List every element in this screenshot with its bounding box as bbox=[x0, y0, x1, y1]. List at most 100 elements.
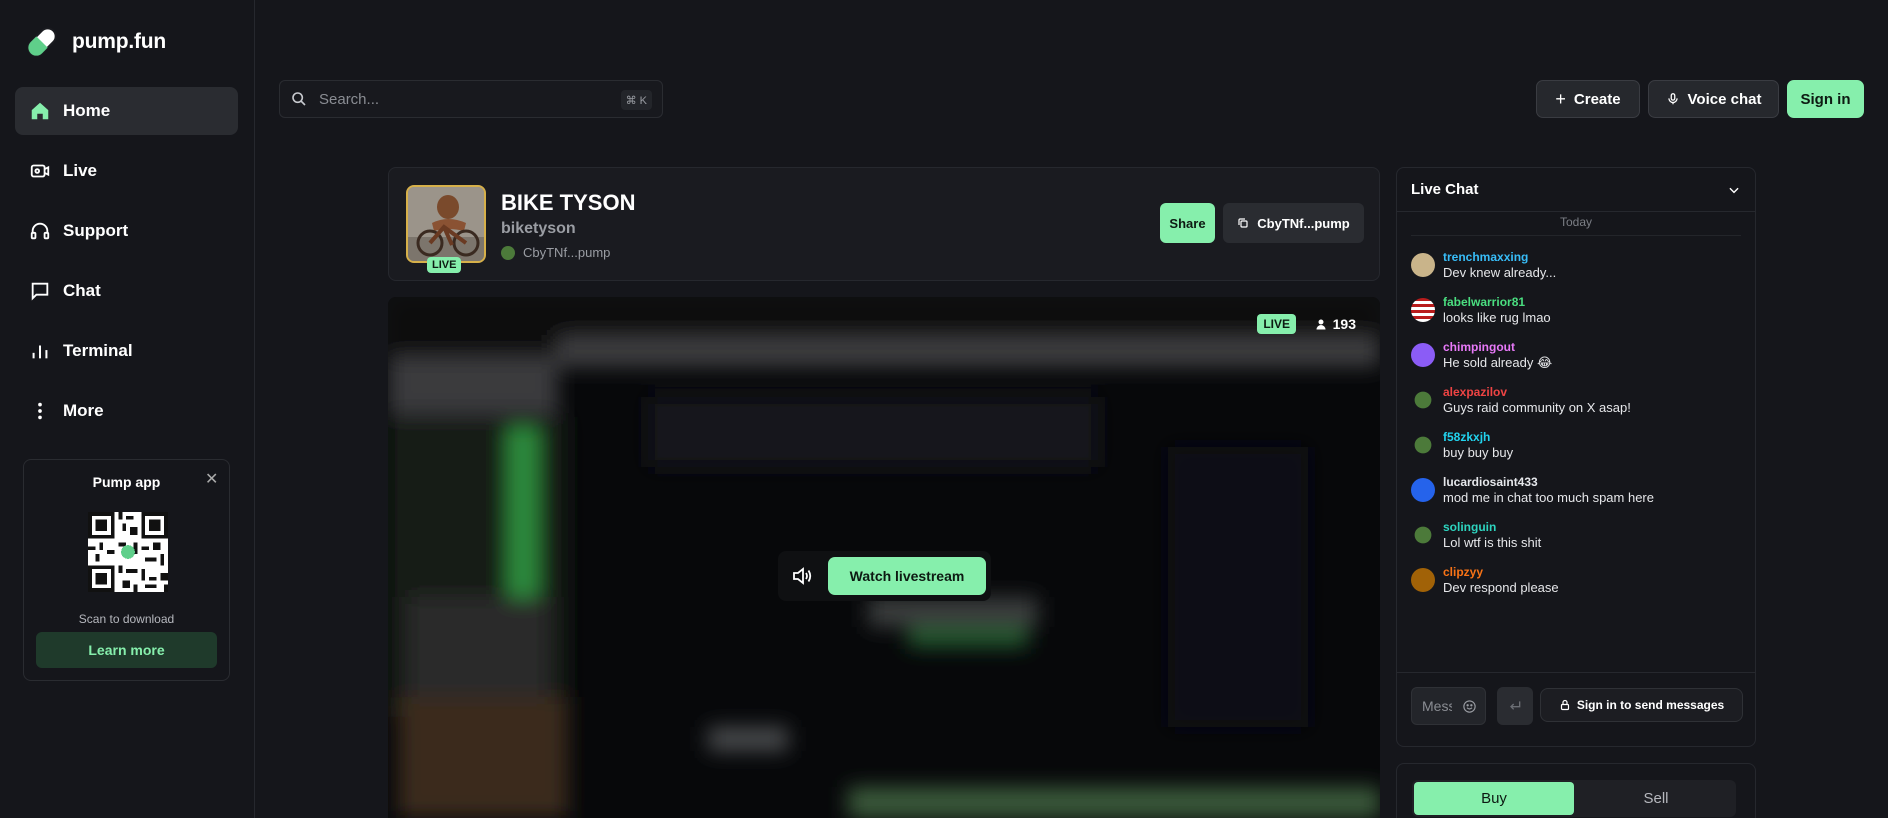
chat-username[interactable]: fabelwarrior81 bbox=[1443, 295, 1551, 309]
pump-app-card: Pump app ✕ Scan to download Learn more bbox=[23, 459, 230, 681]
chat-text: Lol wtf is this shit bbox=[1443, 535, 1542, 550]
video-player[interactable]: LIVE 193 Watch livestream bbox=[388, 297, 1380, 818]
bike-avatar-image bbox=[408, 187, 484, 261]
video-live-badge: LIVE bbox=[1257, 314, 1296, 334]
sign-in-to-send-button[interactable]: Sign in to send messages bbox=[1540, 688, 1743, 722]
emoji-icon[interactable] bbox=[1462, 699, 1477, 714]
plus-icon: + bbox=[1555, 89, 1566, 109]
viewer-count: 193 bbox=[1315, 314, 1356, 334]
avatar[interactable] bbox=[1414, 391, 1432, 409]
viewer-count-value: 193 bbox=[1332, 316, 1356, 332]
voice-chat-button[interactable]: Voice chat bbox=[1648, 80, 1779, 118]
close-icon[interactable]: ✕ bbox=[205, 472, 219, 488]
chat-text: looks like rug lmao bbox=[1443, 310, 1551, 325]
nav-label: Terminal bbox=[63, 341, 133, 360]
chat-messages: trenchmaxxing Dev knew already... fabelwa… bbox=[1397, 236, 1755, 596]
chat-text: Guys raid community on X asap! bbox=[1443, 400, 1631, 415]
chart-bars-icon bbox=[28, 339, 52, 363]
chat-username[interactable]: alexpazilov bbox=[1443, 385, 1631, 399]
home-icon bbox=[28, 99, 52, 123]
chat-text: mod me in chat too much spam here bbox=[1443, 490, 1654, 505]
search-bar[interactable]: ⌘ K bbox=[279, 80, 663, 118]
create-button[interactable]: + Create bbox=[1536, 80, 1640, 118]
chat-message: clipzyy Dev respond please bbox=[1411, 565, 1741, 596]
app-card-title: Pump app bbox=[92, 474, 161, 490]
create-label: Create bbox=[1573, 90, 1621, 108]
avatar[interactable] bbox=[1411, 253, 1435, 277]
chat-username[interactable]: lucardiosaint433 bbox=[1443, 475, 1654, 489]
chat-username[interactable]: f58zkxjh bbox=[1443, 430, 1513, 444]
main-nav: Home Live Support Chat Terminal More bbox=[15, 87, 238, 447]
search-shortcut: ⌘ K bbox=[620, 90, 652, 110]
nav-item-live[interactable]: Live bbox=[15, 147, 238, 195]
sidebar: pump.fun Home Live Support Chat Terminal… bbox=[0, 0, 255, 818]
lock-icon bbox=[1560, 699, 1569, 711]
nav-label: Chat bbox=[63, 281, 101, 300]
watch-controls: Watch livestream bbox=[778, 551, 991, 601]
chevron-down-icon[interactable] bbox=[1727, 183, 1741, 197]
share-button[interactable]: Share bbox=[1160, 203, 1215, 243]
trade-panel: Buy Sell bbox=[1396, 763, 1756, 818]
avatar[interactable] bbox=[1411, 478, 1435, 502]
message-field[interactable] bbox=[1411, 687, 1486, 725]
user-icon bbox=[1316, 319, 1326, 329]
chat-message: lucardiosaint433 mod me in chat too much … bbox=[1411, 475, 1741, 506]
chat-day-divider: Today bbox=[1411, 215, 1741, 236]
live-icon bbox=[28, 159, 52, 183]
nav-label: Home bbox=[63, 101, 111, 120]
nav-item-more[interactable]: More bbox=[15, 387, 238, 435]
nav-item-support[interactable]: Support bbox=[15, 207, 238, 255]
avatar[interactable] bbox=[1411, 298, 1435, 322]
watch-livestream-button[interactable]: Watch livestream bbox=[828, 557, 986, 595]
avatar[interactable] bbox=[1411, 568, 1435, 592]
stream-title: BIKE TYSON bbox=[501, 190, 636, 215]
search-icon bbox=[292, 92, 306, 106]
chat-composer: Sign in to send messages bbox=[1397, 672, 1755, 746]
sign-in-button[interactable]: Sign in bbox=[1787, 80, 1864, 118]
voice-chat-label: Voice chat bbox=[1687, 90, 1762, 108]
qr-code bbox=[88, 512, 168, 592]
copy-address-button[interactable]: CbyTNf...pump bbox=[1223, 203, 1364, 243]
nav-item-terminal[interactable]: Terminal bbox=[15, 327, 238, 375]
avatar[interactable] bbox=[1414, 436, 1432, 454]
logo[interactable]: pump.fun bbox=[22, 22, 166, 62]
microphone-icon bbox=[1667, 93, 1678, 105]
nav-label: Support bbox=[63, 221, 129, 240]
volume-icon[interactable] bbox=[790, 564, 814, 588]
more-dots-icon bbox=[28, 399, 52, 423]
copy-address-label: CbyTNf...pump bbox=[1257, 215, 1350, 231]
chat-message: solinguin Lol wtf is this shit bbox=[1411, 520, 1741, 551]
scan-to-download: Scan to download bbox=[78, 612, 175, 626]
live-chat-panel: Live Chat Today trenchmaxxing Dev knew al… bbox=[1396, 167, 1756, 747]
trade-tabs: Buy Sell bbox=[1412, 780, 1736, 817]
chat-username[interactable]: clipzyy bbox=[1443, 565, 1559, 579]
tab-sell[interactable]: Sell bbox=[1576, 780, 1736, 817]
send-button[interactable] bbox=[1497, 687, 1533, 725]
live-chat-header[interactable]: Live Chat bbox=[1397, 168, 1755, 212]
nav-item-home[interactable]: Home bbox=[15, 87, 238, 135]
brand-name: pump.fun bbox=[72, 30, 167, 53]
token-address[interactable]: CbyTNf...pump bbox=[501, 245, 610, 260]
chat-username[interactable]: chimpingout bbox=[1443, 340, 1552, 354]
enter-icon bbox=[1510, 701, 1521, 710]
stream-header: LIVE BIKE TYSON biketyson CbyTNf...pump … bbox=[388, 167, 1380, 281]
nav-item-chat[interactable]: Chat bbox=[15, 267, 238, 315]
chat-username[interactable]: solinguin bbox=[1443, 520, 1541, 534]
avatar[interactable] bbox=[1411, 343, 1435, 367]
nav-label: Live bbox=[63, 161, 98, 180]
chat-message: chimpingout He sold already 😂 bbox=[1411, 340, 1741, 371]
message-input[interactable] bbox=[1422, 698, 1452, 714]
chat-username[interactable]: trenchmaxxing bbox=[1443, 250, 1556, 264]
pill-logo-icon bbox=[27, 27, 57, 57]
chat-text: Dev knew already... bbox=[1443, 265, 1557, 280]
live-badge: LIVE bbox=[427, 257, 462, 273]
stream-avatar[interactable] bbox=[406, 185, 486, 263]
learn-more-button[interactable]: Learn more bbox=[36, 632, 217, 668]
search-input[interactable] bbox=[319, 90, 599, 108]
chat-text: He sold already 😂 bbox=[1443, 355, 1553, 370]
nav-label: More bbox=[63, 401, 104, 420]
stream-handle[interactable]: biketyson bbox=[501, 220, 576, 238]
tab-buy[interactable]: Buy bbox=[1414, 782, 1574, 815]
avatar[interactable] bbox=[1414, 526, 1432, 544]
chat-message: alexpazilov Guys raid community on X asap… bbox=[1411, 385, 1741, 416]
